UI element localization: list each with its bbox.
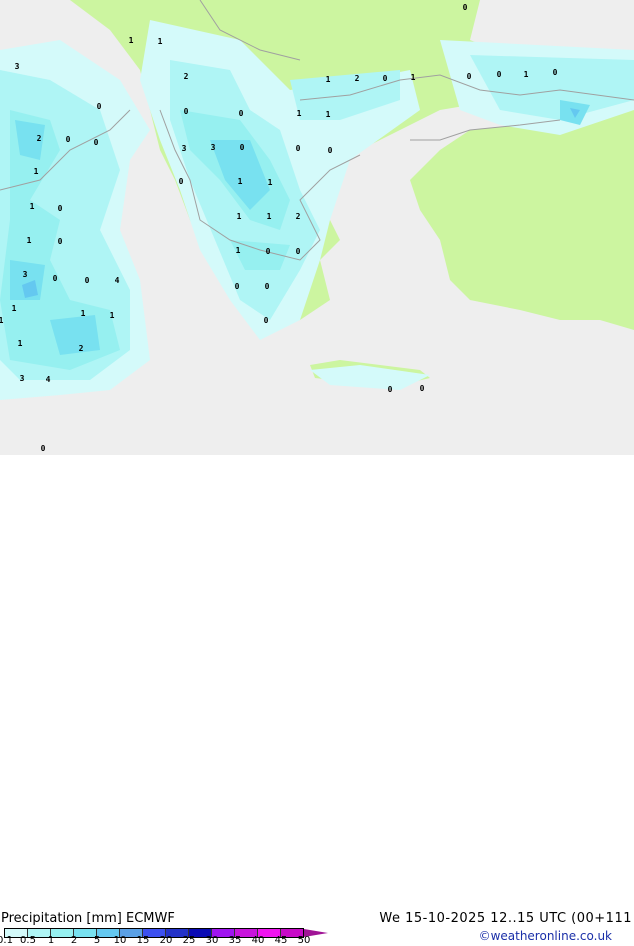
point-value-label: 2: [355, 74, 360, 83]
point-value-label: 0: [420, 384, 425, 393]
point-value-label: 0: [235, 282, 240, 291]
color-scale-tick-label: 5: [93, 935, 101, 946]
point-value-label: 4: [46, 375, 51, 384]
point-value-label: 0: [85, 276, 90, 285]
color-scale-tick-label: 20: [159, 935, 173, 946]
color-scale-tick-label: 2: [70, 935, 78, 946]
point-value-label: 0: [497, 70, 502, 79]
point-value-label: 3: [20, 374, 25, 383]
color-scale-tick-label: 30: [205, 935, 219, 946]
point-value-label: 0: [553, 68, 558, 77]
point-value-label: 1: [524, 70, 529, 79]
point-value-label: 0: [179, 177, 184, 186]
point-value-label: 0: [328, 146, 333, 155]
point-value-label: 2: [79, 344, 84, 353]
point-value-label: 0: [240, 143, 245, 152]
point-value-label: 1: [12, 304, 17, 313]
point-value-label: 0: [41, 444, 46, 453]
point-value-label: 1: [326, 110, 331, 119]
point-value-label: 2: [296, 212, 301, 221]
point-value-label: 0: [239, 109, 244, 118]
point-value-label: 1: [129, 36, 134, 45]
color-scale-tick-label: 15: [136, 935, 150, 946]
point-value-label: 3: [23, 270, 28, 279]
point-value-label: 0: [97, 102, 102, 111]
color-scale-tick-label: 0.5: [20, 935, 36, 946]
point-value-label: 2: [37, 134, 42, 143]
color-scale-tick-label: 45: [274, 935, 288, 946]
color-scale-tick-label: 50: [297, 935, 311, 946]
point-value-label: 1: [411, 73, 416, 82]
point-value-label: 1: [297, 109, 302, 118]
legend-title: Precipitation [mm] ECMWF: [1, 911, 175, 926]
legend-footer: Precipitation [mm] ECMWF We 15-10-2025 1…: [0, 455, 634, 946]
precipitation-map: 3001 122 0 011 01 01131 1120 0 43 400 0 1 11 2 0 13 3 0 0 0…: [0, 0, 634, 455]
point-value-label: 1: [110, 311, 115, 320]
point-value-label: 1: [18, 339, 23, 348]
point-value-label: 0: [265, 282, 270, 291]
color-scale-tick-label: 25: [182, 935, 196, 946]
point-value-label: 0: [58, 204, 63, 213]
point-value-label: 0: [264, 316, 269, 325]
point-value-label: 1: [34, 167, 39, 176]
point-value-label: 3: [182, 144, 187, 153]
point-value-label: 1: [27, 236, 32, 245]
point-value-label: 0: [296, 144, 301, 153]
point-value-label: 1: [0, 316, 4, 325]
color-scale-tick-label: 1: [47, 935, 55, 946]
credit-link[interactable]: ©weatheronline.co.uk: [479, 929, 612, 943]
point-value-label: 1: [238, 177, 243, 186]
point-value-label: 0: [53, 274, 58, 283]
point-value-label: 1: [236, 246, 241, 255]
point-value-label: 0: [94, 138, 99, 147]
point-value-label: 1: [326, 75, 331, 84]
point-value-label: 4: [115, 276, 120, 285]
point-value-label: 1: [30, 202, 35, 211]
color-scale-tick-label: 40: [251, 935, 265, 946]
color-scale-tick-label: 10: [113, 935, 127, 946]
color-scale-tick-label: 35: [228, 935, 242, 946]
point-value-label: 1: [237, 212, 242, 221]
point-value-label: 0: [388, 385, 393, 394]
point-value-label: 1: [267, 212, 272, 221]
point-value-label: 1: [268, 178, 273, 187]
point-value-label: 3: [211, 143, 216, 152]
point-value-label: 0: [463, 3, 468, 12]
point-value-label: 0: [266, 247, 271, 256]
point-value-label: 0: [467, 72, 472, 81]
point-value-label: 0: [383, 74, 388, 83]
valid-time: We 15-10-2025 12..15 UTC (00+111: [379, 911, 632, 926]
point-value-label: 0: [296, 247, 301, 256]
point-value-label: 0: [58, 237, 63, 246]
point-value-label: 0: [184, 107, 189, 116]
color-scale-tick-label: 0.1: [0, 935, 13, 946]
point-value-label: 1: [81, 309, 86, 318]
point-value-label: 0: [66, 135, 71, 144]
point-value-label: 1: [158, 37, 163, 46]
point-value-label: 3: [15, 62, 20, 71]
point-value-label: 2: [184, 72, 189, 81]
